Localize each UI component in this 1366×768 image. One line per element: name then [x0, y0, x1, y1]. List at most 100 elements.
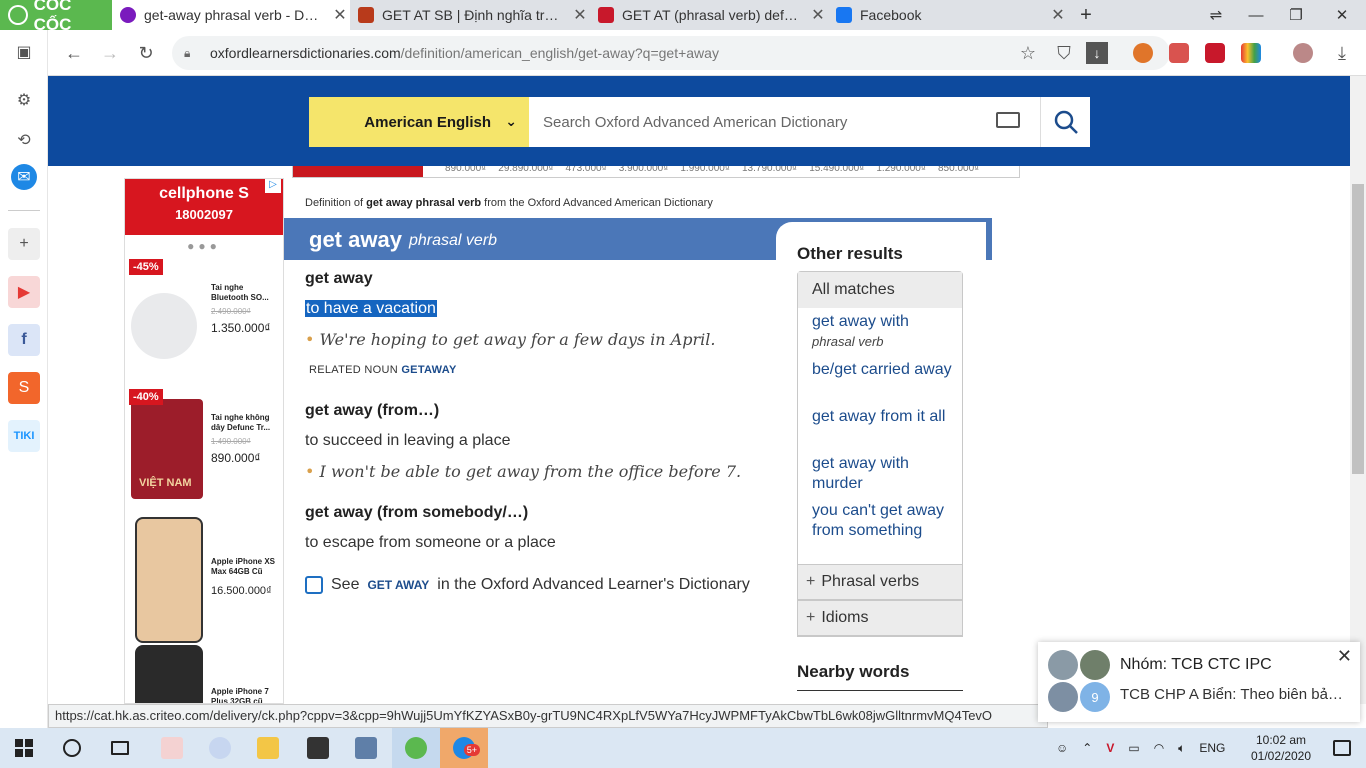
result-link[interactable]: be/get carried away: [812, 360, 952, 380]
clock[interactable]: 10:02 am 01/02/2020: [1244, 732, 1318, 764]
top-ad-strip[interactable]: 890.000₫ 29.890.000₫ 473.000₫ 3.900.000₫…: [292, 166, 1020, 178]
product-name: Apple iPhone 7 Plus 32GB cũ: [211, 687, 269, 704]
chevron-up-icon[interactable]: ⌃: [1082, 741, 1092, 755]
dictionary-search-input[interactable]: Search Oxford Advanced American Dictiona…: [529, 97, 1040, 147]
reload-icon[interactable]: ↻: [132, 39, 160, 67]
new-tab-icon[interactable]: +: [1066, 0, 1106, 30]
settings-gear-icon[interactable]: ⚙: [8, 84, 40, 116]
people-icon[interactable]: ☺: [1056, 741, 1068, 755]
ad-product[interactable]: -45% Tai nghe Bluetooth SO... 2.490.000₫…: [125, 259, 283, 379]
related-link[interactable]: GETAWAY: [401, 364, 456, 376]
close-tab-icon[interactable]: ✕: [1048, 5, 1068, 25]
volume-icon[interactable]: 🔈︎: [1178, 741, 1185, 756]
file-explorer-icon[interactable]: [244, 728, 292, 768]
all-matches-header[interactable]: All matches: [798, 272, 962, 308]
close-icon[interactable]: ✕: [1337, 646, 1352, 667]
left-ad-banner[interactable]: cellphone S 18002097 ●●● -45% Tai nghe B…: [124, 178, 284, 704]
sidebar-toggle-icon[interactable]: ▣: [8, 36, 40, 68]
search-icon: [1054, 110, 1078, 134]
plus-icon: +: [806, 609, 816, 626]
coccoc-taskbar-icon[interactable]: [392, 728, 440, 768]
close-window-icon[interactable]: ✕: [1322, 0, 1362, 30]
language-selector[interactable]: American English ⌄: [309, 97, 529, 147]
keyboard-icon[interactable]: [996, 112, 1020, 128]
coccoc-brand[interactable]: CỐC CỐC: [0, 0, 112, 34]
restore-icon[interactable]: ❐: [1276, 0, 1316, 30]
forward-icon[interactable]: →: [96, 39, 124, 67]
close-tab-icon[interactable]: ✕: [330, 5, 350, 25]
tab-get-at-sb[interactable]: GET AT SB | Định nghĩa trong ✕: [350, 0, 590, 30]
tab-get-at-phrasal[interactable]: GET AT (phrasal verb) definitic ✕: [590, 0, 828, 30]
app-icon[interactable]: [342, 728, 390, 768]
youtube-icon[interactable]: ▶: [8, 276, 40, 308]
search-placeholder: Search Oxford Advanced American Dictiona…: [543, 113, 848, 131]
close-tab-icon[interactable]: ✕: [570, 5, 590, 25]
zalo-taskbar-icon[interactable]: 5+: [440, 728, 488, 768]
idioms-toggle[interactable]: + Idioms: [797, 600, 963, 636]
page-scrollbar[interactable]: [1350, 76, 1366, 704]
input-language[interactable]: ENG: [1199, 741, 1225, 755]
ad-price: 13.790.000₫: [742, 166, 798, 174]
result-link[interactable]: get away from it all: [812, 407, 952, 427]
shopee-icon[interactable]: S: [8, 372, 40, 404]
windows-start-icon[interactable]: [0, 728, 48, 768]
avatar: [1048, 682, 1078, 712]
shield-icon[interactable]: ⛉: [1050, 39, 1078, 67]
vietkey-icon[interactable]: V: [1106, 741, 1114, 755]
breadcrumb: Definition of get away phrasal verb from…: [305, 197, 713, 209]
adblock-icon[interactable]: [1169, 43, 1189, 63]
result-link[interactable]: get away with phrasal verb: [812, 312, 952, 352]
ad-product[interactable]: Apple iPhone XS Max 64GB Cũ 16.500.000₫: [125, 517, 283, 647]
see-also-link[interactable]: See GET AWAY in the Oxford Advanced Lear…: [305, 576, 750, 594]
extension-icon[interactable]: [1205, 43, 1225, 63]
extension-icon[interactable]: [1241, 43, 1261, 63]
ad-price: 29.890.000₫: [498, 166, 554, 174]
search-button[interactable]: [1040, 97, 1090, 147]
phrasal-verbs-toggle[interactable]: + Phrasal verbs: [797, 564, 963, 600]
result-link-text[interactable]: get away with: [812, 313, 909, 330]
app-icon[interactable]: [148, 728, 196, 768]
tab-get-away[interactable]: get-away phrasal verb - Defin ✕: [112, 0, 350, 30]
result-link[interactable]: you can't get away from something: [812, 501, 952, 541]
extension-icon[interactable]: [1133, 43, 1153, 63]
adchoices-icon[interactable]: ▷: [265, 179, 281, 193]
tab-facebook[interactable]: Facebook ✕: [828, 0, 1068, 30]
see-term[interactable]: GET AWAY: [367, 578, 429, 592]
facebook-icon[interactable]: f: [8, 324, 40, 356]
profile-avatar[interactable]: [1293, 43, 1313, 63]
definition-selected[interactable]: to have a vacation: [305, 300, 437, 317]
history-icon[interactable]: ⟲: [8, 124, 40, 156]
product-price: 890.000₫: [211, 451, 261, 465]
bookmark-star-icon[interactable]: ☆: [1014, 39, 1042, 67]
carousel-dots[interactable]: ●●●: [125, 239, 283, 253]
tab-search-icon[interactable]: ⇌: [1196, 0, 1236, 30]
definition: to escape from someone or a place: [305, 534, 556, 551]
windows-logo-icon: [15, 739, 33, 757]
result-link[interactable]: get away with murder: [812, 454, 952, 494]
zalo-notification[interactable]: 9 Nhóm: TCB CTC IPC TCB CHP A Biển: Theo…: [1038, 642, 1360, 722]
ad-product[interactable]: Apple iPhone 7 Plus 32GB cũ: [125, 645, 283, 704]
part-of-speech: phrasal verb: [409, 232, 498, 249]
toolbar: ← → ↻ 🔒︎ oxfordlearnersdictionaries.com /…: [48, 30, 1366, 76]
cellphones-banner[interactable]: cellphone S 18002097: [125, 179, 283, 235]
app-icon[interactable]: [196, 728, 244, 768]
download-ext-icon[interactable]: ↓: [1086, 42, 1108, 64]
close-tab-icon[interactable]: ✕: [808, 5, 828, 25]
scrollbar-thumb[interactable]: [1352, 184, 1364, 474]
oxford-favicon-icon: [120, 7, 136, 23]
tiki-icon[interactable]: TIKI: [8, 420, 40, 452]
task-view-icon[interactable]: [96, 728, 144, 768]
back-icon[interactable]: ←: [60, 39, 88, 67]
battery-icon[interactable]: ▭: [1128, 741, 1139, 755]
messenger-icon[interactable]: ✉: [11, 164, 37, 190]
wifi-icon[interactable]: ◠: [1154, 741, 1164, 755]
action-center-icon[interactable]: [1318, 728, 1366, 768]
ad-price: 1.990.000₫: [680, 166, 730, 174]
sidebar-divider: [8, 210, 40, 211]
search-circle-icon[interactable]: [48, 728, 96, 768]
add-app-icon[interactable]: +: [8, 228, 40, 260]
app-icon[interactable]: [294, 728, 342, 768]
downloads-icon[interactable]: ⤓: [1328, 39, 1356, 67]
ad-product[interactable]: VIỆT NAM -40% Tai nghe không dây Defunc …: [125, 389, 283, 509]
minimize-icon[interactable]: —: [1236, 0, 1276, 30]
